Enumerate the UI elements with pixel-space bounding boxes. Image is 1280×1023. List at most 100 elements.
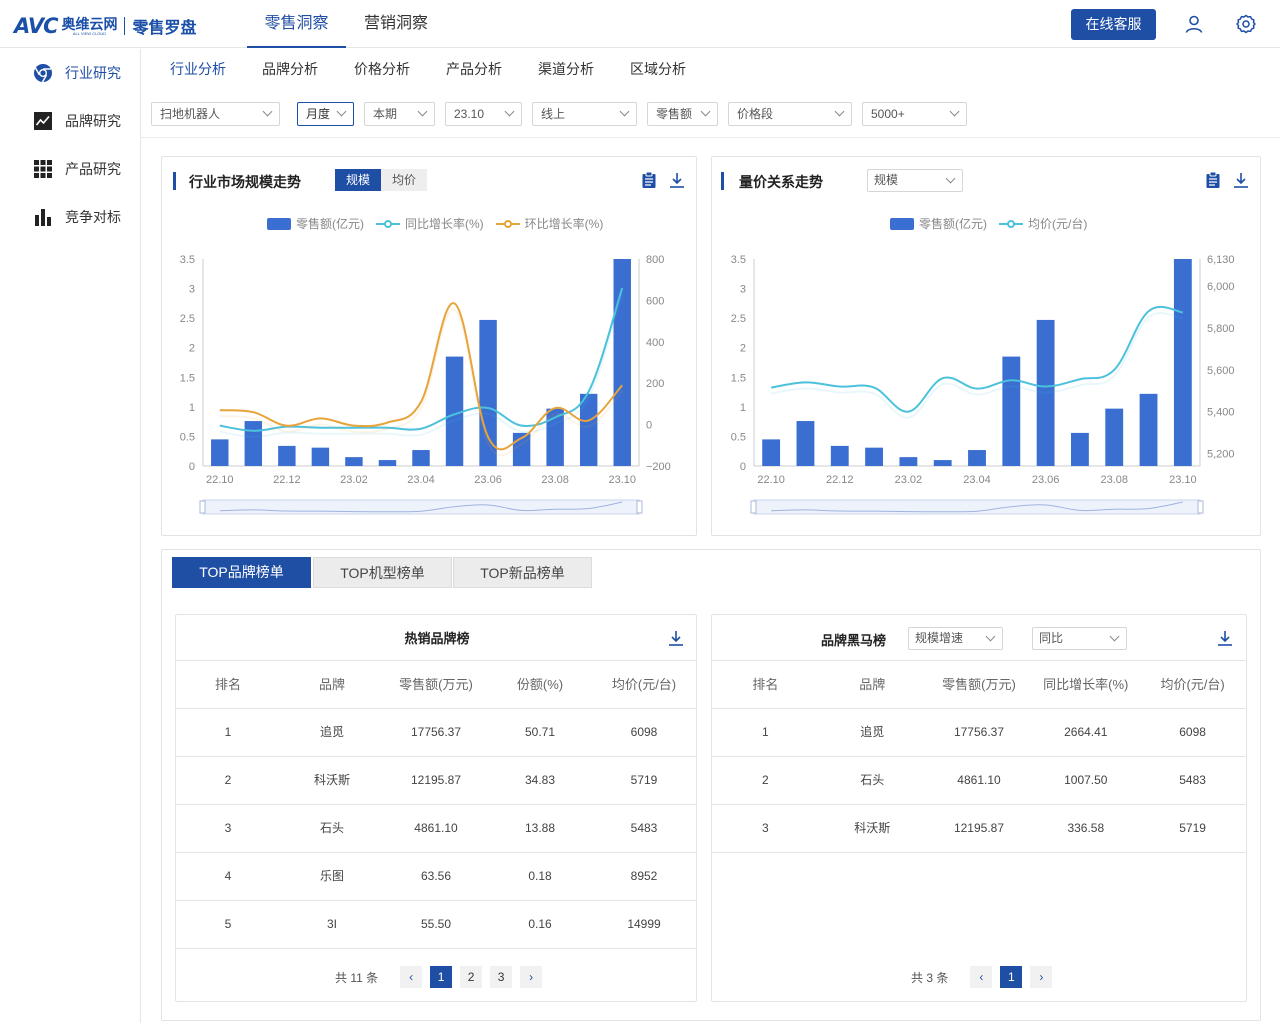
- zoom-slider-track: [202, 499, 640, 515]
- zoom-slider[interactable]: [199, 499, 643, 515]
- table-row[interactable]: 3 石头 4861.10 13.88 5483: [176, 805, 696, 853]
- subnav-industry[interactable]: 行业分析: [170, 58, 226, 80]
- x-tick-label: 23.02: [895, 474, 923, 486]
- table-cell: 科沃斯: [313, 773, 350, 787]
- filter-price-range[interactable]: 5000+: [862, 102, 967, 126]
- y2-tick-label: 5,600: [1207, 365, 1235, 377]
- subnav-region[interactable]: 区域分析: [630, 58, 686, 80]
- prev-page-button[interactable]: ‹: [970, 966, 993, 988]
- sidebar-item-competition[interactable]: 竞争对标: [0, 197, 140, 237]
- bar: [796, 421, 815, 466]
- subnav-price[interactable]: 价格分析: [354, 58, 410, 80]
- table-cell: 5719: [630, 773, 658, 787]
- y-tick-label: 0: [740, 461, 746, 473]
- page-1[interactable]: 1: [1000, 966, 1023, 988]
- table-cell: 336.58: [1067, 821, 1105, 835]
- x-tick-label: 23.08: [541, 474, 569, 486]
- filter-period-type[interactable]: 月度: [297, 102, 354, 126]
- filter-category[interactable]: 扫地机器人: [151, 102, 280, 126]
- table-row[interactable]: 2 科沃斯 12195.87 34.83 5719: [176, 757, 696, 805]
- y-tick-label: 1: [189, 402, 195, 414]
- chevron-down-icon: [949, 106, 960, 117]
- table-header-row: 排名 品牌 零售额(万元) 同比增长率(%) 均价(元/台): [712, 661, 1246, 709]
- total-count: 共 11 条: [335, 970, 379, 985]
- gear-icon[interactable]: [1236, 14, 1256, 34]
- column-header: 排名: [214, 677, 241, 692]
- y2-tick-label: 6,000: [1207, 281, 1235, 293]
- online-service-button[interactable]: 在线客服: [1071, 9, 1156, 40]
- x-tick-label: 23.06: [1032, 474, 1060, 486]
- download-icon[interactable]: [667, 629, 685, 647]
- table-cell: 1: [224, 725, 232, 739]
- y2-tick-label: 600: [646, 295, 664, 307]
- page-2[interactable]: 2: [460, 966, 483, 988]
- table-row[interactable]: 1 追觅 17756.37 50.71 6098: [176, 709, 696, 757]
- y-tick-label: 0.5: [180, 431, 195, 443]
- sidebar-item-product[interactable]: 产品研究: [0, 149, 140, 189]
- page-1[interactable]: 1: [430, 966, 453, 988]
- subnav-channel[interactable]: 渠道分析: [538, 58, 594, 80]
- filter-period-scope[interactable]: 本期: [364, 102, 435, 126]
- column-header: 份额(%): [516, 677, 564, 692]
- filter-month[interactable]: 23.10: [445, 102, 522, 126]
- x-tick-label: 22.12: [273, 474, 301, 486]
- table-row[interactable]: 2 石头 4861.10 1007.50 5483: [712, 757, 1246, 805]
- y2-tick-label: 400: [646, 337, 664, 349]
- bar: [244, 421, 263, 466]
- bar: [412, 450, 430, 466]
- table-cell: 4861.10: [414, 821, 458, 835]
- trend-chart-icon: [34, 112, 52, 130]
- comparison-select[interactable]: 同比: [1032, 627, 1127, 650]
- y-tick-label: 2.5: [180, 313, 195, 325]
- logo[interactable]: AVC 奥维云网 ALL VIEW CLOUD 零售罗盘: [14, 14, 197, 38]
- sidebar-item-label: 产品研究: [65, 161, 121, 177]
- divider: [141, 137, 1280, 138]
- table-cell: 追觅: [860, 725, 885, 739]
- y-tick-label: 2: [189, 343, 195, 355]
- bar: [1105, 408, 1124, 466]
- table-cell: 2: [762, 773, 769, 787]
- chrome-icon: [34, 64, 52, 83]
- bar: [899, 457, 918, 466]
- prev-page-button[interactable]: ‹: [400, 966, 423, 988]
- page-3[interactable]: 3: [490, 966, 513, 988]
- zoom-slider[interactable]: [750, 499, 1204, 515]
- zoom-handle-left: [750, 500, 757, 514]
- filter-channel[interactable]: 线上: [532, 102, 637, 126]
- filter-metric[interactable]: 零售额: [647, 102, 718, 126]
- table-row[interactable]: 1 追觅 17756.37 2664.41 6098: [712, 709, 1246, 757]
- column-header: 同比增长率(%): [1043, 677, 1129, 692]
- chevron-down-icon: [262, 106, 273, 117]
- sidebar-item-industry[interactable]: 行业研究: [0, 53, 140, 93]
- next-page-button[interactable]: ›: [520, 966, 543, 988]
- tab-top-models[interactable]: TOP机型榜单: [313, 557, 452, 588]
- tab-retail-insight[interactable]: 零售洞察: [247, 0, 346, 48]
- table-cell: 2664.41: [1064, 725, 1108, 739]
- logo-mark: AVC: [14, 14, 58, 38]
- next-page-button[interactable]: ›: [1030, 966, 1053, 988]
- subnav-brand[interactable]: 品牌分析: [262, 58, 318, 80]
- total-count: 共 3 条: [911, 970, 949, 985]
- tab-top-brands[interactable]: TOP品牌榜单: [172, 557, 311, 588]
- table-row[interactable]: 5 3I 55.50 0.16 14999: [176, 901, 696, 949]
- sidebar-item-brand[interactable]: 品牌研究: [0, 101, 140, 141]
- user-icon[interactable]: [1184, 14, 1204, 34]
- y2-tick-label: −200: [646, 461, 671, 473]
- sidebar-item-label: 竞争对标: [65, 209, 121, 225]
- x-tick-label: 23.04: [963, 474, 991, 486]
- tab-top-new-products[interactable]: TOP新品榜单: [453, 557, 592, 588]
- download-icon[interactable]: [1216, 629, 1234, 647]
- zoom-handle-right: [636, 500, 643, 514]
- column-header: 零售额(万元): [399, 677, 473, 692]
- growth-metric-select[interactable]: 规模增速: [908, 627, 1003, 650]
- chevron-down-icon: [619, 106, 630, 117]
- subnav-product[interactable]: 产品分析: [446, 58, 502, 80]
- zoom-handle-left: [199, 500, 206, 514]
- bar: [1071, 432, 1089, 466]
- filter-price-band[interactable]: 价格段: [728, 102, 852, 126]
- y-tick-label: 3.5: [731, 254, 746, 266]
- tab-marketing-insight[interactable]: 营销洞察: [350, 0, 442, 48]
- table-row[interactable]: 4 乐图 63.56 0.18 8952: [176, 853, 696, 901]
- table-row[interactable]: 3 科沃斯 12195.87 336.58 5719: [712, 805, 1246, 853]
- column-header: 均价(元/台): [1160, 677, 1225, 692]
